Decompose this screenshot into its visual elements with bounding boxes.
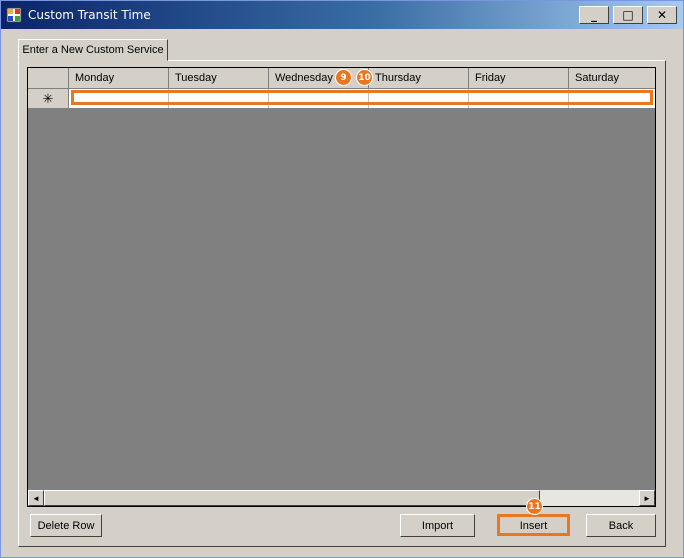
column-header-saturday[interactable]: Saturday (569, 68, 655, 88)
minimize-icon: _ (591, 8, 597, 22)
callout-10: 10 (356, 69, 373, 86)
scroll-right-icon: ► (643, 493, 651, 503)
column-header-wednesday[interactable]: Wednesday (269, 68, 369, 88)
new-row-icon[interactable]: ✳ (28, 89, 69, 108)
custom-transit-time-window: Custom Transit Time _ □ ✕ Enter a New Cu… (0, 0, 684, 558)
tab-new-custom-service[interactable]: Enter a New Custom Service (18, 39, 168, 61)
column-header-thursday[interactable]: Thursday (369, 68, 469, 88)
window-title: Custom Transit Time (28, 8, 151, 22)
grid-corner[interactable] (28, 68, 69, 88)
close-button[interactable]: ✕ (647, 6, 677, 24)
horizontal-scrollbar[interactable]: ◄ ► (28, 490, 655, 506)
app-window-icon (6, 7, 22, 23)
delete-row-button[interactable]: Delete Row (30, 514, 102, 537)
minimize-button[interactable]: _ (579, 6, 609, 24)
row-highlight (71, 90, 653, 105)
maximize-button[interactable]: □ (613, 6, 643, 24)
column-header-tuesday[interactable]: Tuesday (169, 68, 269, 88)
scrollbar-thumb[interactable] (44, 490, 540, 506)
maximize-icon: □ (622, 8, 634, 22)
scroll-left-icon: ◄ (32, 493, 40, 503)
callout-9: 9 (335, 69, 352, 86)
title-bar[interactable]: Custom Transit Time _ □ ✕ (1, 1, 683, 29)
scroll-left-button[interactable]: ◄ (28, 490, 44, 506)
close-icon: ✕ (656, 8, 668, 22)
tab-label: Enter a New Custom Service (22, 44, 164, 56)
scroll-right-button[interactable]: ► (639, 490, 655, 506)
transit-time-grid[interactable]: Monday Tuesday Wednesday Thursday Friday… (27, 67, 656, 507)
column-header-monday[interactable]: Monday (69, 68, 169, 88)
import-button[interactable]: Import (400, 514, 475, 537)
callout-11: 11 (526, 498, 543, 515)
back-button[interactable]: Back (586, 514, 656, 537)
column-header-friday[interactable]: Friday (469, 68, 569, 88)
insert-highlight (497, 514, 570, 536)
